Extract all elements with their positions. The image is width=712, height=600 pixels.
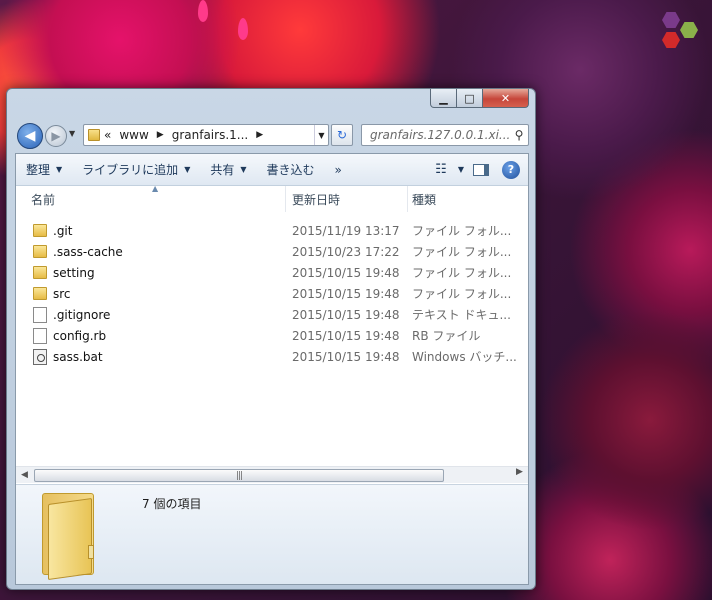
horizontal-scrollbar[interactable]: ◀ ||| ▶ — [16, 466, 528, 483]
chevron-down-icon: ▼ — [184, 165, 191, 174]
minimize-button[interactable]: ▁ — [430, 89, 457, 108]
column-date-label: 更新日時 — [292, 192, 341, 207]
content-frame: 整理 ▼ ライブラリに追加 ▼ 共有 ▼ 書き込む » ☷ ▼ ? ▲ 名前 更… — [15, 153, 529, 585]
document-icon — [33, 327, 47, 344]
file-type: ファイル フォル... — [412, 245, 512, 259]
file-date: 2015/10/15 19:48 — [292, 307, 400, 322]
preview-pane-icon[interactable] — [468, 163, 494, 176]
desktop-drop-decoration — [198, 0, 208, 22]
table-row[interactable]: config.rb 2015/10/15 19:48 RB ファイル — [16, 325, 528, 346]
sort-up-icon: ▲ — [152, 184, 159, 193]
batch-file-icon — [33, 348, 47, 365]
file-name: .git — [53, 223, 73, 238]
file-date: 2015/10/15 19:48 — [292, 265, 400, 280]
refresh-button[interactable]: ↻ — [331, 124, 353, 146]
address-overflow[interactable]: « — [104, 128, 111, 142]
file-type: ファイル フォル... — [412, 287, 512, 301]
caption-buttons: ▁ □ ✕ — [430, 89, 529, 108]
more-commands-button[interactable]: » — [325, 154, 352, 185]
file-name: src — [53, 286, 71, 301]
file-name: sass.bat — [53, 349, 103, 364]
explorer-window: ▁ □ ✕ ◀ ▶ ▼ « www ▶ granfairs.1... ▶ ▼ ↻… — [6, 88, 536, 590]
file-name: .gitignore — [53, 307, 111, 322]
table-row[interactable]: .git 2015/11/19 13:17 ファイル フォル... — [16, 220, 528, 241]
view-options-icon[interactable]: ☷ — [428, 162, 454, 177]
folder-icon — [33, 224, 47, 237]
desktop-hex-decoration — [680, 22, 698, 38]
details-pane: 7 個の項目 — [16, 484, 528, 584]
file-date: 2015/11/19 13:17 — [292, 223, 400, 238]
column-header-date[interactable]: 更新日時 — [286, 186, 408, 212]
forward-button[interactable]: ▶ — [45, 125, 67, 147]
file-name: setting — [53, 265, 95, 280]
folder-icon — [33, 287, 47, 300]
add-to-library-button[interactable]: ライブラリに追加 ▼ — [72, 154, 200, 185]
file-date: 2015/10/15 19:48 — [292, 349, 400, 364]
address-dropdown-icon[interactable]: ▼ — [314, 125, 328, 145]
file-name: config.rb — [53, 328, 107, 343]
desktop-hex-decoration — [662, 12, 680, 28]
breadcrumb-granfairs[interactable]: granfairs.1... — [172, 128, 249, 142]
file-type: ファイル フォル... — [412, 224, 512, 238]
file-name: .sass-cache — [53, 244, 123, 259]
organize-label: 整理 — [26, 163, 51, 177]
column-header-name[interactable]: ▲ 名前 — [16, 184, 286, 212]
file-date: 2015/10/15 19:48 — [292, 328, 400, 343]
document-icon — [33, 306, 47, 323]
search-box[interactable]: granfairs.127.0.0.1.xi... ⚲ — [361, 124, 529, 146]
table-row[interactable]: .gitignore 2015/10/15 19:48 テキスト ドキュ... — [16, 304, 528, 325]
folder-icon — [33, 245, 47, 258]
table-row[interactable]: setting 2015/10/15 19:48 ファイル フォル... — [16, 262, 528, 283]
scroll-left-icon[interactable]: ◀ — [16, 470, 33, 480]
table-row[interactable]: .sass-cache 2015/10/23 17:22 ファイル フォル... — [16, 241, 528, 262]
address-bar[interactable]: « www ▶ granfairs.1... ▶ ▼ — [83, 124, 329, 146]
command-bar: 整理 ▼ ライブラリに追加 ▼ 共有 ▼ 書き込む » ☷ ▼ ? — [16, 154, 528, 186]
item-count: 7 個の項目 — [142, 497, 202, 511]
burn-button[interactable]: 書き込む — [257, 154, 325, 185]
organize-button[interactable]: 整理 ▼ — [16, 154, 72, 185]
chevron-down-icon: ▼ — [240, 165, 247, 174]
column-name-label: 名前 — [31, 192, 56, 207]
file-list: .git 2015/11/19 13:17 ファイル フォル... .sass-… — [16, 220, 528, 367]
history-dropdown-icon[interactable]: ▼ — [69, 129, 75, 138]
table-row[interactable]: src 2015/10/15 19:48 ファイル フォル... — [16, 283, 528, 304]
chevron-down-icon: ▼ — [56, 165, 63, 174]
table-row[interactable]: sass.bat 2015/10/15 19:48 Windows バッチ... — [16, 346, 528, 367]
search-input[interactable]: granfairs.127.0.0.1.xi... — [370, 128, 510, 142]
chevron-right-icon[interactable]: ▶ — [157, 130, 164, 140]
scroll-thumb[interactable]: ||| — [34, 469, 444, 482]
add-to-library-label: ライブラリに追加 — [82, 163, 179, 177]
file-type: ファイル フォル... — [412, 266, 512, 280]
desktop-drop-decoration — [238, 18, 248, 40]
folder-icon — [33, 266, 47, 279]
share-label: 共有 — [210, 163, 235, 177]
file-date: 2015/10/15 19:48 — [292, 286, 400, 301]
scroll-right-icon[interactable]: ▶ — [511, 467, 528, 477]
burn-label: 書き込む — [266, 163, 315, 177]
large-folder-icon — [38, 493, 102, 581]
help-icon: ? — [502, 160, 520, 179]
file-type: Windows バッチ... — [412, 350, 517, 364]
close-button[interactable]: ✕ — [483, 89, 529, 108]
file-date: 2015/10/23 17:22 — [292, 244, 400, 259]
chevron-right-icon[interactable]: ▶ — [256, 130, 263, 140]
share-button[interactable]: 共有 ▼ — [200, 154, 256, 185]
file-type: RB ファイル — [412, 329, 481, 343]
column-headers: ▲ 名前 更新日時 種類 — [16, 184, 528, 212]
folder-icon — [88, 129, 100, 141]
search-icon[interactable]: ⚲ — [510, 128, 528, 142]
back-button[interactable]: ◀ — [17, 123, 43, 149]
desktop-hex-decoration — [662, 32, 680, 48]
column-header-type[interactable]: 種類 — [408, 186, 528, 212]
breadcrumb-www[interactable]: www — [119, 128, 148, 142]
file-type: テキスト ドキュ... — [412, 308, 511, 322]
chevron-down-icon[interactable]: ▼ — [454, 165, 468, 174]
help-button[interactable]: ? — [494, 160, 528, 179]
toolbar-right: ☷ ▼ ? — [428, 154, 528, 185]
maximize-button[interactable]: □ — [457, 89, 483, 108]
column-type-label: 種類 — [412, 192, 437, 207]
